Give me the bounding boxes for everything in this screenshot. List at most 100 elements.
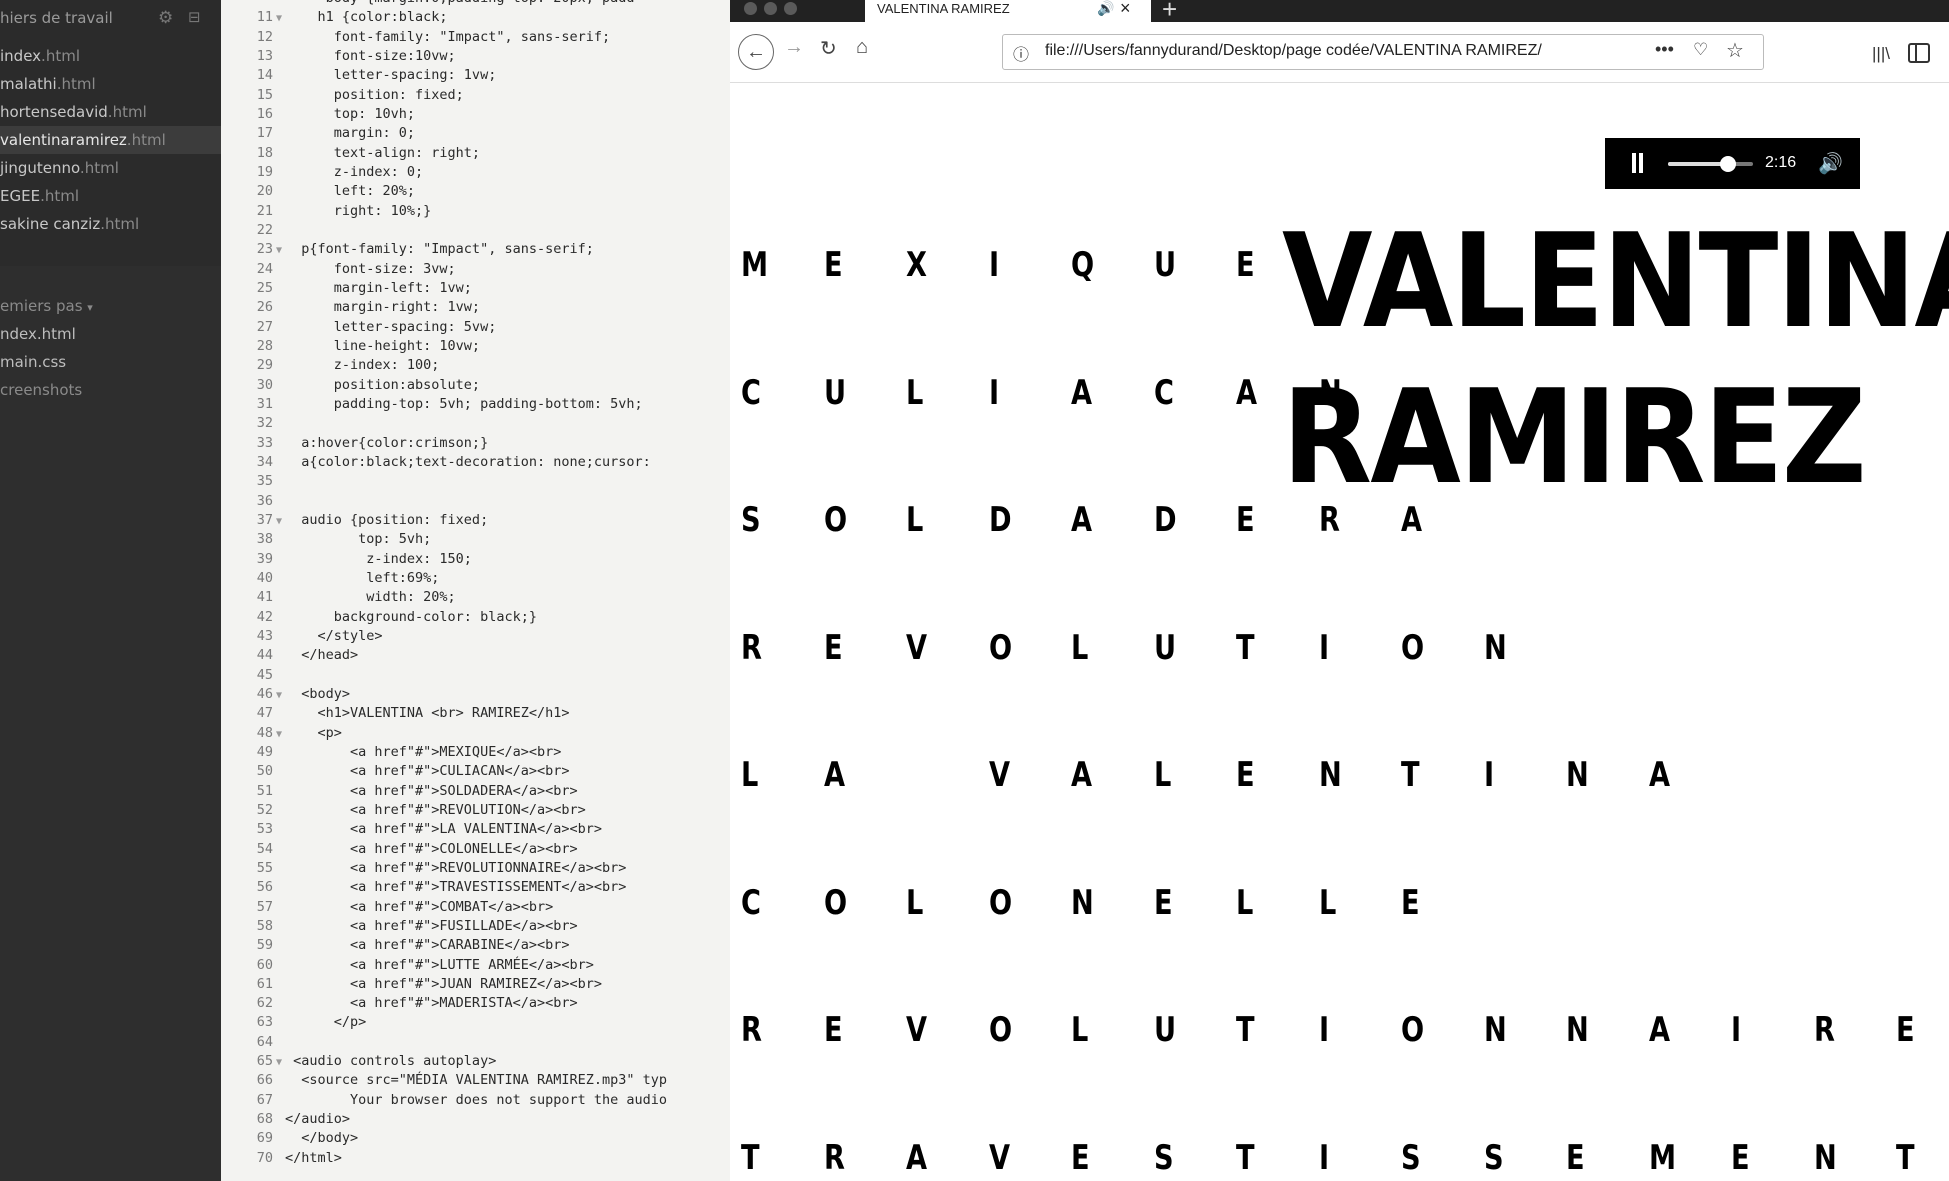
sidebar-file-item[interactable]: hortensedavid.html <box>0 98 221 126</box>
link-letter: D <box>1153 500 1177 540</box>
line-number: 52 <box>256 801 273 818</box>
sidebar-file-item[interactable]: sakine canziz.html <box>0 210 221 238</box>
link-letter: V <box>906 627 928 668</box>
gear-icon[interactable]: ⚙ <box>158 8 173 28</box>
fold-arrow-icon[interactable]: ▼ <box>273 686 285 705</box>
code-text: top: 10vh; <box>285 105 416 122</box>
code-text: </html> <box>285 1149 342 1166</box>
code-text: width: 20%; <box>285 589 456 606</box>
line-number: 67 <box>256 1091 273 1108</box>
code-line: 25 margin-left: 1vw; <box>221 279 730 298</box>
code-line: 32 <box>221 414 730 433</box>
code-text: p{font-family: "Impact", sans-serif; <box>285 241 594 258</box>
link-letter: E <box>1071 1137 1090 1178</box>
library-icon[interactable]: |||\ <box>1872 44 1890 64</box>
close-icon[interactable]: × <box>1120 0 1131 19</box>
sidebar-file-item[interactable]: EGEE.html <box>0 182 221 210</box>
window-minimize-dot[interactable] <box>764 2 777 15</box>
fold-arrow-icon[interactable]: ▼ <box>273 512 285 531</box>
project-file-item[interactable]: main.css <box>0 348 221 376</box>
line-number: 55 <box>256 859 273 876</box>
file-extension: .html <box>126 131 166 149</box>
audio-seek-slider[interactable] <box>1668 156 1753 172</box>
back-arrow-icon[interactable]: ← <box>738 34 774 70</box>
tab-valentina-ramirez[interactable]: VALENTINA RAMIREZ 🔊 × <box>865 0 1151 22</box>
code-line: 68 </audio> <box>221 1110 730 1129</box>
line-number: 29 <box>256 357 273 374</box>
line-number: 69 <box>256 1130 273 1147</box>
code-text: font-family: "Impact", sans-serif; <box>285 28 611 45</box>
line-number: 58 <box>256 917 273 934</box>
code-line: 57 <a href"#">COMBAT</a><br> <box>221 898 730 917</box>
file-name: EGEE <box>0 187 41 205</box>
code-line: 63 </p> <box>221 1013 730 1032</box>
sidebar-file-item[interactable]: index.html <box>0 42 221 70</box>
audio-seek-knob[interactable] <box>1719 156 1736 172</box>
project-file-item[interactable]: ndex.html <box>0 320 221 348</box>
code-text: margin-left: 1vw; <box>285 279 472 296</box>
link-letter: O <box>988 627 1012 668</box>
reload-icon[interactable]: ↻ <box>820 36 837 61</box>
sidebar-toggle-icon[interactable] <box>1908 43 1930 63</box>
file-extension: .html <box>41 47 80 65</box>
code-text: position:absolute; <box>285 376 481 393</box>
speaker-icon[interactable]: 🔊 <box>1097 0 1114 17</box>
code-text: z-index: 0; <box>285 163 424 180</box>
volume-icon[interactable]: 🔊 <box>1818 151 1843 176</box>
link-letter: E <box>1236 500 1255 540</box>
forward-arrow-icon[interactable]: → <box>784 36 804 59</box>
line-number: 28 <box>256 337 273 354</box>
pause-icon[interactable] <box>1632 153 1636 173</box>
project-group-title[interactable]: emiers pas ▾ <box>0 292 221 320</box>
fold-arrow-icon[interactable]: ▼ <box>273 241 285 260</box>
link-letter: N <box>1483 1010 1507 1050</box>
link-letter: T <box>1236 1137 1255 1178</box>
fold-arrow-icon[interactable]: ▼ <box>273 9 285 28</box>
link-letter: M <box>1648 1137 1676 1178</box>
pocket-icon[interactable]: ♡ <box>1693 40 1708 60</box>
link-letter: C <box>741 882 761 923</box>
code-text: <a href"#">COMBAT</a><br> <box>285 898 554 915</box>
code-text: <p> <box>285 724 342 741</box>
link-letter: M <box>741 245 769 285</box>
url-bar[interactable]: ⓘ file:///Users/fannydurand/Desktop/page… <box>1002 34 1764 70</box>
code-text: left:69%; <box>285 569 440 586</box>
fold-arrow-icon[interactable]: ▼ <box>273 725 285 744</box>
link-letter: E <box>823 627 843 668</box>
code-line: 52 <a href"#">REVOLUTION</a><br> <box>221 801 730 820</box>
link-letter: I <box>1318 1010 1329 1050</box>
sidebar-file-item[interactable]: malathi.html <box>0 70 221 98</box>
line-number: 61 <box>256 975 273 992</box>
project-file-item[interactable]: creenshots <box>0 376 221 404</box>
window-zoom-dot[interactable] <box>784 2 797 15</box>
info-icon[interactable]: ⓘ <box>1013 41 1029 65</box>
audio-progress-fill <box>1668 162 1728 166</box>
code-line: 41 width: 20%; <box>221 588 730 607</box>
audio-player[interactable]: 2:16 🔊 <box>1605 138 1860 189</box>
code-text: </audio> <box>285 1111 351 1128</box>
home-icon[interactable]: ⌂ <box>856 36 868 59</box>
code-line: 53 <a href"#">LA VALENTINA</a><br> <box>221 820 730 839</box>
code-line: 19 z-index: 0; <box>221 163 730 182</box>
link-letter: A <box>1648 1010 1670 1050</box>
line-number: 22 <box>256 221 273 238</box>
link-letter: L <box>1071 1010 1089 1050</box>
sidebar-file-item[interactable]: valentinaramirez.html <box>0 126 221 154</box>
link-letter: O <box>988 1010 1012 1050</box>
code-line: 38 top: 5vh; <box>221 530 730 549</box>
more-actions-icon[interactable]: ••• <box>1655 39 1674 60</box>
line-number: 42 <box>256 608 273 625</box>
fold-arrow-icon[interactable]: ▼ <box>273 1053 285 1072</box>
line-number: 33 <box>256 434 273 451</box>
split-view-icon[interactable]: ⊟ <box>188 8 201 26</box>
line-number: 49 <box>256 743 273 760</box>
bookmark-star-icon[interactable]: ☆ <box>1726 38 1744 63</box>
link-letter: E <box>823 1010 843 1050</box>
url-text[interactable]: file:///Users/fannydurand/Desktop/page c… <box>1045 42 1645 60</box>
sidebar-file-item[interactable]: jingutenno.html <box>0 154 221 182</box>
window-close-dot[interactable] <box>744 2 757 15</box>
code-editor[interactable]: body {margin:0;padding-top: 20px; padd 11… <box>221 0 730 1181</box>
link-letter: T <box>1236 1010 1255 1050</box>
code-line: 13 font-size:10vw; <box>221 47 730 66</box>
code-line: 65 ▼ <audio controls autoplay> <box>221 1052 730 1071</box>
